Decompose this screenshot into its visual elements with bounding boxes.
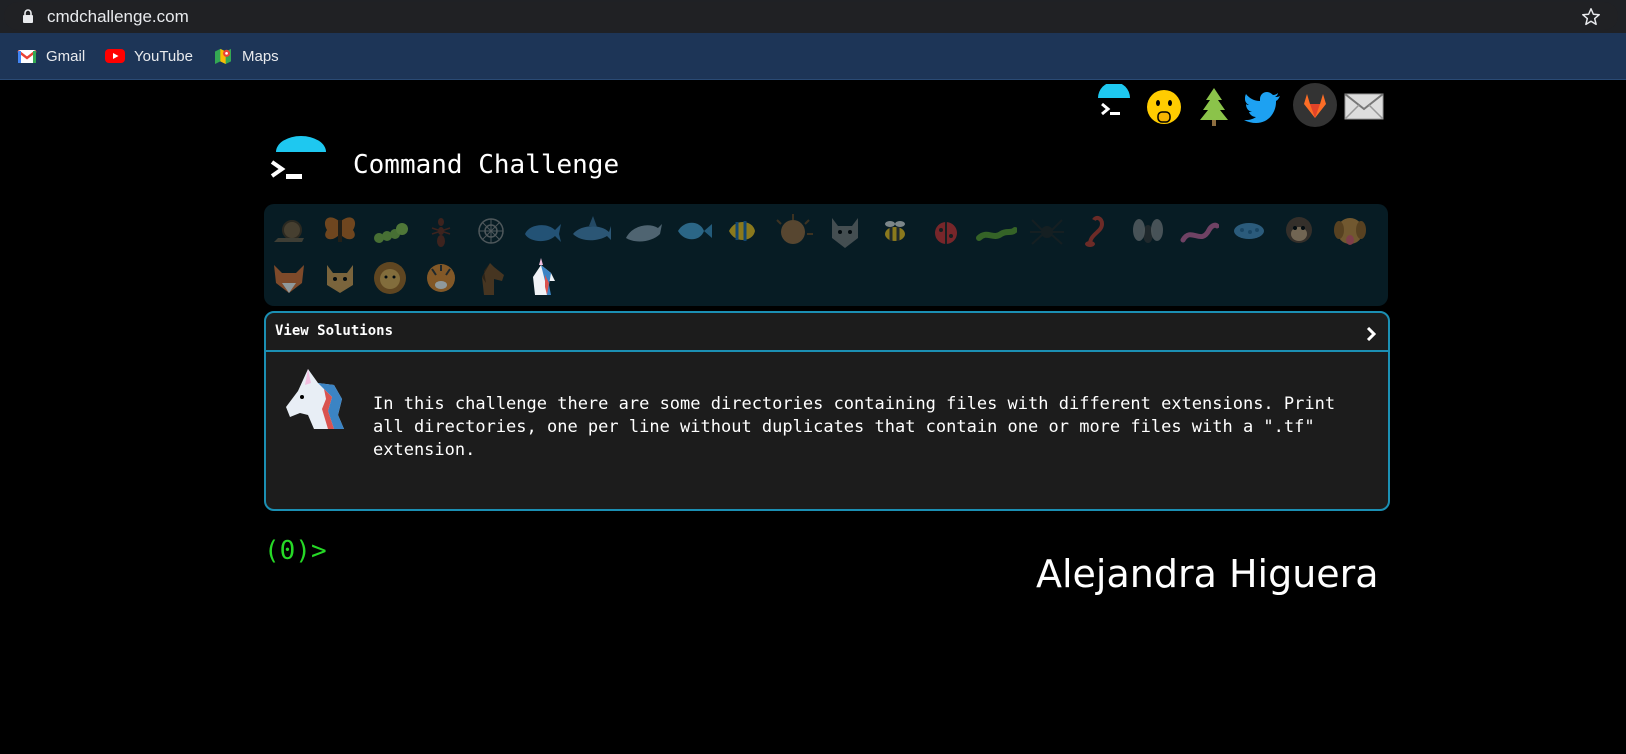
site-logo-icon[interactable] bbox=[268, 134, 332, 194]
challenge-web-icon[interactable] bbox=[470, 210, 512, 252]
challenge-caterpillar-icon[interactable] bbox=[369, 210, 411, 252]
challenge-bee-icon[interactable] bbox=[874, 210, 916, 252]
chevron-right-icon[interactable] bbox=[1366, 327, 1376, 341]
challenge-tiger-icon[interactable] bbox=[420, 257, 462, 299]
author-name: Alejandra Higuera bbox=[1036, 552, 1379, 596]
address-bar[interactable]: cmdchallenge.com bbox=[4, 2, 1618, 30]
challenge-microbe-icon[interactable] bbox=[1228, 210, 1270, 252]
bookmark-youtube[interactable]: YouTube bbox=[105, 45, 193, 67]
tree-icon[interactable] bbox=[1192, 84, 1236, 128]
challenge-worm-icon[interactable] bbox=[975, 210, 1018, 252]
youtube-icon bbox=[105, 49, 125, 63]
challenge-ant-icon[interactable] bbox=[420, 210, 462, 252]
challenge-dog-icon[interactable] bbox=[1329, 210, 1371, 252]
challenge-lion-icon[interactable] bbox=[369, 257, 411, 299]
challenge-wolf-icon[interactable] bbox=[824, 210, 866, 252]
challenge-blowfish-icon[interactable] bbox=[773, 210, 815, 252]
twitter-icon[interactable] bbox=[1242, 84, 1286, 128]
lock-icon bbox=[23, 9, 33, 23]
challenge-unicorn-icon[interactable] bbox=[521, 257, 563, 299]
challenge-description: In this challenge there are some directo… bbox=[373, 394, 1336, 460]
unicorn-icon bbox=[286, 369, 344, 429]
challenge-spider-icon[interactable] bbox=[1026, 210, 1068, 252]
bookmark-label: YouTube bbox=[134, 47, 193, 65]
shush-face-icon[interactable] bbox=[1142, 84, 1186, 128]
challenge-whale-icon[interactable] bbox=[521, 210, 563, 252]
challenge-tropical-fish-icon[interactable] bbox=[723, 210, 765, 252]
challenge-ladybug-icon[interactable] bbox=[925, 210, 967, 252]
bookmark-maps[interactable]: Maps bbox=[213, 45, 279, 67]
bookmark-label: Gmail bbox=[46, 47, 86, 65]
challenge-horse-icon[interactable] bbox=[470, 257, 512, 299]
challenge-snail-icon[interactable] bbox=[268, 210, 310, 252]
challenge-fox-icon[interactable] bbox=[268, 257, 310, 299]
panel-title: View Solutions bbox=[275, 323, 394, 339]
bookmark-label: Maps bbox=[242, 47, 279, 65]
terminal-input[interactable] bbox=[330, 536, 1014, 572]
challenge-fish-icon[interactable] bbox=[672, 210, 714, 252]
terminal-prompt: (0)> bbox=[264, 536, 327, 566]
page-title: Command Challenge bbox=[353, 150, 620, 180]
challenge-monkey-icon[interactable] bbox=[1278, 210, 1320, 252]
envelope-icon[interactable] bbox=[1342, 84, 1386, 128]
challenge-panel: View Solutions In this challenge there a… bbox=[264, 311, 1390, 511]
maps-icon bbox=[215, 48, 231, 64]
view-solutions-toggle[interactable]: View Solutions bbox=[266, 313, 1388, 352]
browser-toolbar: cmdchallenge.com bbox=[0, 0, 1626, 33]
bookmark-star-icon[interactable] bbox=[1580, 6, 1602, 28]
challenge-snake-icon[interactable] bbox=[1177, 210, 1220, 252]
challenge-cat-icon[interactable] bbox=[319, 257, 361, 299]
gmail-icon bbox=[17, 50, 37, 63]
challenge-nav bbox=[264, 204, 1388, 306]
terminal-logo-icon[interactable] bbox=[1092, 84, 1136, 128]
challenge-scorpion-icon[interactable] bbox=[1076, 210, 1118, 252]
bookmark-gmail[interactable]: Gmail bbox=[17, 45, 85, 67]
challenge-shark-icon[interactable] bbox=[571, 210, 613, 252]
challenge-butterfly-icon[interactable] bbox=[319, 210, 361, 252]
url-text[interactable]: cmdchallenge.com bbox=[47, 7, 189, 27]
challenge-fly-icon[interactable] bbox=[1127, 210, 1169, 252]
gitlab-icon[interactable] bbox=[1292, 82, 1338, 128]
bookmarks-bar: Gmail YouTube Maps bbox=[0, 33, 1626, 80]
challenge-dolphin-icon[interactable] bbox=[622, 210, 664, 252]
